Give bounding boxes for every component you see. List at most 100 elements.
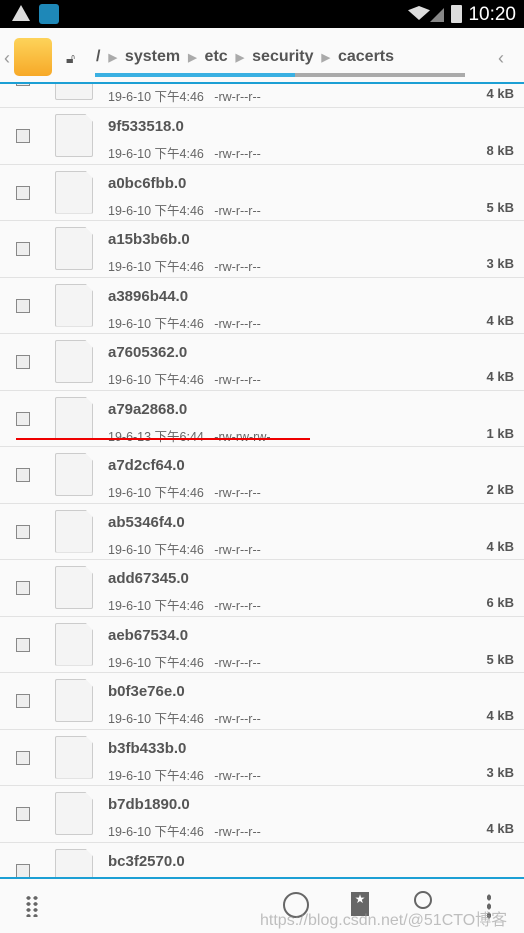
file-name: a7d2cf64.0 [108,457,185,474]
file-icon [55,340,93,383]
file-icon [55,283,93,327]
unlock-icon[interactable]: 🔓︎ [66,50,75,67]
warning-icon [12,5,30,21]
file-name: ab5346f4.0 [108,513,185,531]
list-item[interactable]: ab5346f4.0 19-6-10 下午4:46 -rw-r--r-- 4 kB [0,504,524,560]
file-icon [55,848,93,877]
file-meta: 19-6-10 下午4:46 -rw-r--r-- [108,599,261,613]
list-item[interactable]: a7605362.0 19-6-10 下午4:46 -rw-r--r-- 4 kB [0,334,524,391]
wifi-icon [408,6,430,20]
clock-time: 10:20 [468,4,516,25]
file-icon [55,509,93,553]
list-item[interactable]: a15b3b6b.0 19-6-10 下午4:46 -rw-r--r-- 3 kB [0,221,524,278]
toolbar: ‹ 🔓︎ / ▶ system ▶ etc ▶ security ▶ cacerts ‹ [0,28,524,81]
checkbox[interactable] [16,129,30,143]
status-bar: 10:20 [0,0,524,28]
file-meta: 19-6-10 下午4:46 -rw-r--r-- [108,316,261,331]
file-icon [55,396,93,440]
list-item[interactable]: bc3f2570.0 [0,843,524,877]
breadcrumb-scrollbar[interactable] [95,73,465,77]
checkbox[interactable] [16,807,30,821]
breadcrumb-security[interactable]: security [252,48,313,66]
file-name: a3896b44.0 [108,287,189,305]
file-meta: 19-6-10 下午4:46 -rw-r--r-- [108,825,261,839]
file-name: 9f533518.0 [108,118,184,135]
checkbox[interactable] [16,694,30,708]
list-item[interactable]: b0f3e76e.0 19-6-10 下午4:46 -rw-r--r-- 4 kB [0,673,524,730]
battery-icon [451,5,462,23]
file-name: a0bc6fbb.0 [108,174,187,192]
file-size: 8 kB [486,143,514,158]
file-name: a7605362.0 [108,344,188,361]
file-name: bc3f2570.0 [108,852,185,870]
file-icon [55,566,93,609]
breadcrumb-cacerts[interactable]: cacerts [338,48,394,66]
file-meta: 19-6-13 下午6:44 -rw-rw-rw- [108,429,271,444]
checkbox[interactable] [16,637,30,652]
file-name: a79a2868.0 [108,400,188,418]
file-icon [55,84,93,100]
file-size: 3 kB [486,764,514,780]
file-list: 19-6-10 下午4:46 -rw-r--r-- 4 kB 9f533518.… [0,84,524,877]
file-meta: 19-6-10 下午4:46 -rw-r--r-- [108,542,261,557]
breadcrumb-separator-icon: ▶ [108,51,117,64]
checkbox[interactable] [16,298,30,313]
file-size: 2 kB [486,482,514,497]
file-icon [55,453,93,496]
file-name: add67345.0 [108,570,189,587]
bottom-bar: ★ https://blog.csdn.net/@51CTO博客 [0,877,524,933]
breadcrumb-root[interactable]: / [96,48,100,66]
file-size: 4 kB [486,821,514,836]
breadcrumb-separator-icon: ▶ [188,51,197,64]
checkbox[interactable] [16,863,30,877]
file-size: 1 kB [486,425,514,441]
file-meta: 19-6-10 下午4:46 -rw-r--r-- [108,768,261,783]
file-size: 4 kB [486,369,514,384]
file-icon [55,170,93,214]
checkbox[interactable] [16,411,30,426]
list-item[interactable]: 19-6-10 下午4:46 -rw-r--r-- 4 kB [0,84,524,108]
checkbox[interactable] [16,750,30,765]
checkbox[interactable] [16,581,30,595]
list-item[interactable]: aeb67534.0 19-6-10 下午4:46 -rw-r--r-- 5 kB [0,617,524,673]
grid-menu-icon[interactable] [25,895,39,917]
list-item[interactable]: b7db1890.0 19-6-10 下午4:46 -rw-r--r-- 4 kB [0,786,524,843]
file-icon [55,622,93,666]
file-meta: 19-6-10 下午4:46 -rw-r--r-- [108,655,261,670]
list-item[interactable]: a7d2cf64.0 19-6-10 下午4:46 -rw-r--r-- 2 kB [0,447,524,504]
file-name: a15b3b6b.0 [108,231,190,248]
file-name: b7db1890.0 [108,796,190,813]
checkbox[interactable] [16,524,30,539]
file-meta: 19-6-10 下午4:46 -rw-r--r-- [108,90,261,104]
list-item[interactable]: add67345.0 19-6-10 下午4:46 -rw-r--r-- 6 kB [0,560,524,617]
checkbox[interactable] [16,84,30,86]
list-item[interactable]: b3fb433b.0 19-6-10 下午4:46 -rw-r--r-- 3 kB [0,730,524,786]
file-meta: 19-6-10 下午4:46 -rw-r--r-- [108,373,261,387]
chevron-left-icon[interactable]: ‹ [498,48,504,69]
checkbox[interactable] [16,468,30,482]
breadcrumb-system[interactable]: system [125,48,180,66]
file-meta: 19-6-10 下午4:46 -rw-r--r-- [108,147,261,161]
file-size: 5 kB [486,651,514,667]
folder-app-icon[interactable] [14,38,52,76]
breadcrumb-etc[interactable]: etc [205,48,228,66]
checkbox[interactable] [16,242,30,256]
file-meta: 19-6-10 下午4:46 -rw-r--r-- [108,260,261,274]
checkbox[interactable] [16,185,30,200]
list-item[interactable]: 9f533518.0 19-6-10 下午4:46 -rw-r--r-- 8 kB [0,108,524,165]
breadcrumb-scroll-thumb[interactable] [95,73,295,77]
file-icon [55,792,93,835]
checkbox[interactable] [16,355,30,369]
file-size: 6 kB [486,595,514,610]
list-item[interactable]: a3896b44.0 19-6-10 下午4:46 -rw-r--r-- 4 kB [0,278,524,334]
breadcrumb-separator-icon: ▶ [235,51,245,64]
file-meta: 19-6-10 下午4:46 -rw-r--r-- [108,203,261,218]
chevron-left-icon[interactable]: ‹ [4,48,10,69]
file-name: b0f3e76e.0 [108,683,185,700]
breadcrumb-separator-icon: ▶ [321,51,330,64]
list-item[interactable]: a0bc6fbb.0 19-6-10 下午4:46 -rw-r--r-- 5 kB [0,165,524,221]
breadcrumb: / ▶ system ▶ etc ▶ security ▶ cacerts [96,48,394,66]
file-icon [55,114,93,157]
file-size: 5 kB [486,199,514,215]
file-icon [55,735,93,779]
